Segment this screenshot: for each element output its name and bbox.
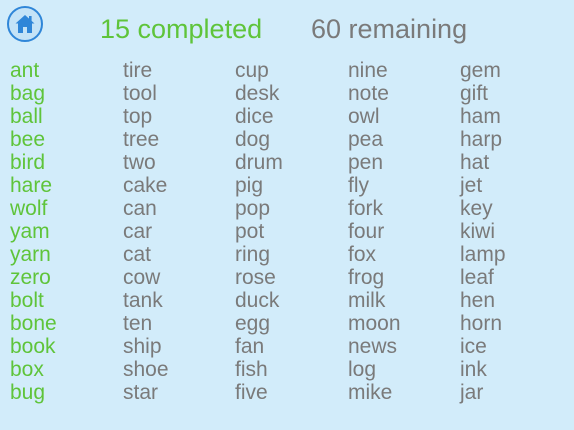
word-grid: ant bag ball bee bird hare wolf yam yarn zero bolt… bbox=[0, 59, 574, 409]
word-item[interactable]: cat bbox=[123, 243, 223, 266]
word-item[interactable]: tank bbox=[123, 289, 223, 312]
completed-count: 15 completed bbox=[100, 14, 263, 44]
word-item[interactable]: desk bbox=[235, 82, 335, 105]
word-item[interactable]: pop bbox=[235, 197, 335, 220]
word-item[interactable]: fan bbox=[235, 335, 335, 358]
word-item[interactable]: ink bbox=[460, 358, 560, 381]
word-item[interactable]: jar bbox=[460, 381, 560, 404]
word-item[interactable]: duck bbox=[235, 289, 335, 312]
word-item[interactable]: fox bbox=[348, 243, 448, 266]
word-item[interactable]: pig bbox=[235, 174, 335, 197]
word-item[interactable]: owl bbox=[348, 105, 448, 128]
word-item[interactable]: harp bbox=[460, 128, 560, 151]
word-item[interactable]: nine bbox=[348, 59, 448, 82]
word-item[interactable]: bird bbox=[10, 151, 110, 174]
word-column: cup desk dice dog drum pig pop pot ring rose duck e… bbox=[235, 59, 335, 404]
word-item[interactable]: note bbox=[348, 82, 448, 105]
word-item[interactable]: ring bbox=[235, 243, 335, 266]
word-item[interactable]: bee bbox=[10, 128, 110, 151]
word-item[interactable]: gift bbox=[460, 82, 560, 105]
remaining-count: 60 remaining bbox=[311, 14, 468, 44]
word-item[interactable]: bolt bbox=[10, 289, 110, 312]
word-item[interactable]: egg bbox=[235, 312, 335, 335]
word-item[interactable]: pot bbox=[235, 220, 335, 243]
word-item[interactable]: yarn bbox=[10, 243, 110, 266]
word-item[interactable]: book bbox=[10, 335, 110, 358]
word-item[interactable]: key bbox=[460, 197, 560, 220]
word-item[interactable]: pen bbox=[348, 151, 448, 174]
word-item[interactable]: milk bbox=[348, 289, 448, 312]
word-item[interactable]: top bbox=[123, 105, 223, 128]
word-column: gem gift ham harp hat jet key kiwi lamp leaf hen ho… bbox=[460, 59, 560, 404]
word-column: ant bag ball bee bird hare wolf yam yarn zero bolt… bbox=[10, 59, 110, 404]
word-item[interactable]: ant bbox=[10, 59, 110, 82]
word-item[interactable]: ten bbox=[123, 312, 223, 335]
word-item[interactable]: dog bbox=[235, 128, 335, 151]
word-item[interactable]: tire bbox=[123, 59, 223, 82]
word-item[interactable]: five bbox=[235, 381, 335, 404]
word-item[interactable]: bug bbox=[10, 381, 110, 404]
word-item[interactable]: bone bbox=[10, 312, 110, 335]
word-item[interactable]: cake bbox=[123, 174, 223, 197]
word-item[interactable]: mike bbox=[348, 381, 448, 404]
word-item[interactable]: hen bbox=[460, 289, 560, 312]
word-item[interactable]: fork bbox=[348, 197, 448, 220]
word-item[interactable]: dice bbox=[235, 105, 335, 128]
word-item[interactable]: leaf bbox=[460, 266, 560, 289]
word-item[interactable]: fly bbox=[348, 174, 448, 197]
word-item[interactable]: car bbox=[123, 220, 223, 243]
word-item[interactable]: box bbox=[10, 358, 110, 381]
word-item[interactable]: horn bbox=[460, 312, 560, 335]
word-item[interactable]: pea bbox=[348, 128, 448, 151]
word-item[interactable]: hare bbox=[10, 174, 110, 197]
word-item[interactable]: two bbox=[123, 151, 223, 174]
word-item[interactable]: cup bbox=[235, 59, 335, 82]
word-item[interactable]: four bbox=[348, 220, 448, 243]
word-item[interactable]: ice bbox=[460, 335, 560, 358]
word-item[interactable]: kiwi bbox=[460, 220, 560, 243]
word-item[interactable]: cow bbox=[123, 266, 223, 289]
word-column: tire tool top tree two cake can car cat cow tank te… bbox=[123, 59, 223, 404]
word-item[interactable]: yam bbox=[10, 220, 110, 243]
word-item[interactable]: star bbox=[123, 381, 223, 404]
word-item[interactable]: tree bbox=[123, 128, 223, 151]
word-item[interactable]: wolf bbox=[10, 197, 110, 220]
word-item[interactable]: ship bbox=[123, 335, 223, 358]
word-item[interactable]: ham bbox=[460, 105, 560, 128]
word-item[interactable]: moon bbox=[348, 312, 448, 335]
word-item[interactable]: news bbox=[348, 335, 448, 358]
word-item[interactable]: shoe bbox=[123, 358, 223, 381]
word-item[interactable]: lamp bbox=[460, 243, 560, 266]
word-item[interactable]: gem bbox=[460, 59, 560, 82]
word-item[interactable]: tool bbox=[123, 82, 223, 105]
word-item[interactable]: jet bbox=[460, 174, 560, 197]
word-item[interactable]: ball bbox=[10, 105, 110, 128]
word-item[interactable]: drum bbox=[235, 151, 335, 174]
word-item[interactable]: frog bbox=[348, 266, 448, 289]
word-item[interactable]: zero bbox=[10, 266, 110, 289]
word-item[interactable]: can bbox=[123, 197, 223, 220]
word-item[interactable]: fish bbox=[235, 358, 335, 381]
word-item[interactable]: log bbox=[348, 358, 448, 381]
word-item[interactable]: bag bbox=[10, 82, 110, 105]
progress-header: 15 completed 60 remaining bbox=[0, 12, 574, 46]
word-item[interactable]: hat bbox=[460, 151, 560, 174]
word-column: nine note owl pea pen fly fork four fox frog milk m… bbox=[348, 59, 448, 404]
word-item[interactable]: rose bbox=[235, 266, 335, 289]
